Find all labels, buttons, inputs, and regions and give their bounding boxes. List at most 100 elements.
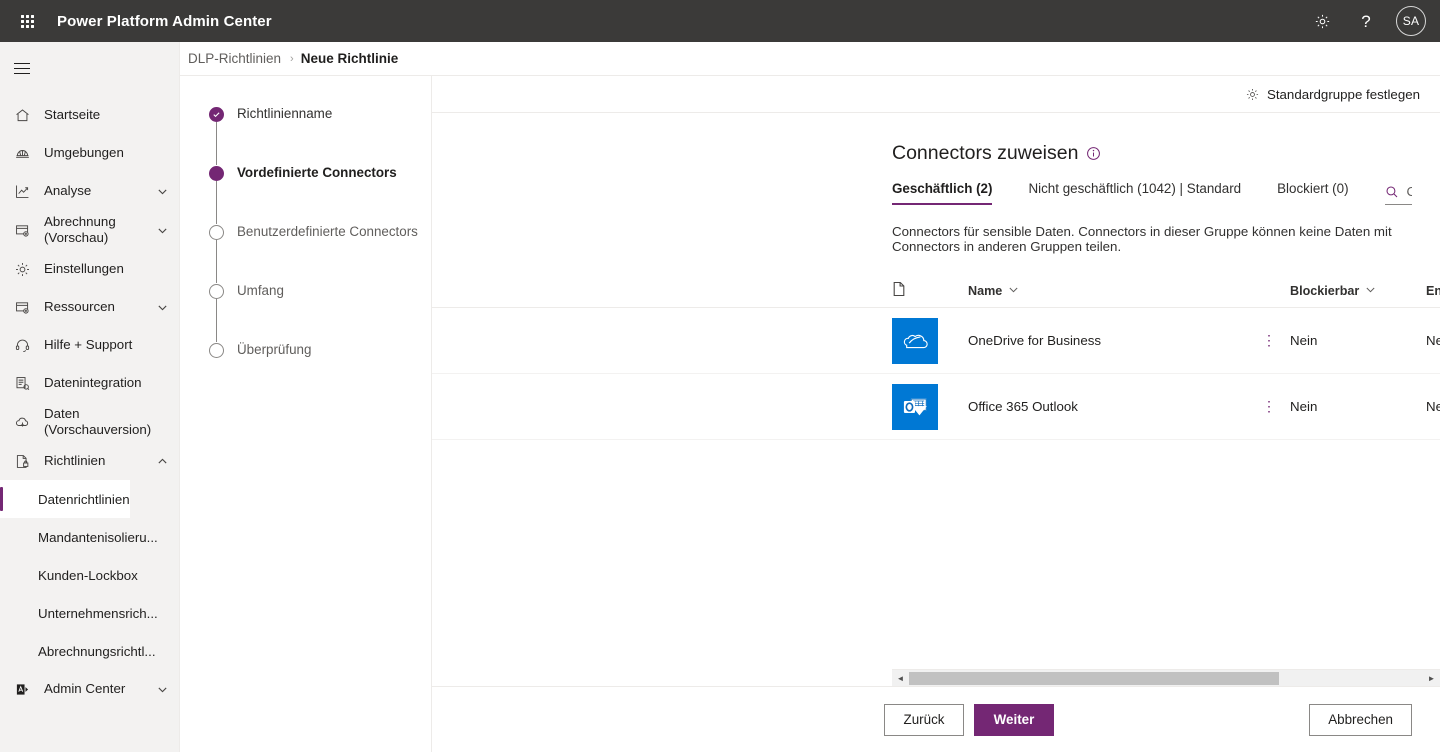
row-logo-cell [892, 383, 968, 430]
hamburger-icon[interactable] [0, 46, 44, 90]
page-title: Connectors zuweisen [892, 142, 1079, 164]
column-label: Name [968, 283, 1003, 298]
sidebar-item-daten-vorschau[interactable]: Daten (Vorschauversion) [0, 402, 179, 442]
suite-bar: Power Platform Admin Center ? SA [0, 0, 1440, 42]
sidebar-item-label: Datenintegration [44, 375, 142, 390]
sidebar-item-label: Richtlinien [44, 453, 106, 468]
sidebar-item-abrechnungsrichtlinien[interactable]: Abrechnungsrichtl... [0, 632, 179, 670]
right-region: DLP-Richtlinien › Neue Richtlinie Richtl… [180, 42, 1440, 752]
app-launcher-icon[interactable] [6, 0, 48, 42]
row-name-cell: OneDrive for Business ⋮ [968, 332, 1290, 349]
sidebar-item-ressourcen[interactable]: Ressourcen [0, 288, 179, 326]
table-header-row: Name Blockierbar En [432, 274, 1440, 308]
table-row[interactable]: OneDrive for Business ⋮ Nein Nein Standa… [432, 308, 1440, 374]
sidebar-item-unternehmensrichtlinien[interactable]: Unternehmensrich... [0, 594, 179, 632]
sidebar-item-umgebungen[interactable]: Umgebungen [0, 134, 179, 172]
search-icon [1385, 185, 1399, 199]
column-header-blockierbar[interactable]: Blockierbar [1290, 284, 1426, 298]
caret-right-icon[interactable]: ► [1423, 670, 1440, 687]
chevron-down-icon [1008, 284, 1019, 298]
chevron-down-icon[interactable] [155, 186, 169, 197]
next-button[interactable]: Weiter [974, 703, 1054, 736]
empty-circle-icon [208, 284, 224, 299]
left-navigation: Startseite Umgebungen Analyse Abrechnung… [0, 42, 180, 752]
sidebar-item-label: Hilfe + Support [44, 337, 133, 352]
set-default-group-button[interactable]: Standardgruppe festlegen [1239, 79, 1426, 109]
search-input[interactable] [1406, 184, 1412, 199]
content-area: Richtlinienname Vordefinierte Connectors… [180, 75, 1440, 752]
connector-name: OneDrive for Business [968, 333, 1102, 348]
page-title-row: Connectors zuweisen [432, 113, 1440, 165]
sidebar-item-label: Einstellungen [44, 261, 124, 276]
column-header-icon [892, 281, 968, 300]
sidebar-item-mandantenisolierung[interactable]: Mandantenisolieru... [0, 518, 179, 556]
data-cloud-icon [14, 412, 36, 432]
sidebar-item-abrechnung[interactable]: Abrechnung (Vorschau) [0, 210, 179, 250]
wizard-connector-line [215, 122, 217, 165]
connector-search[interactable] [1384, 184, 1412, 205]
sidebar-item-startseite[interactable]: Startseite [0, 96, 179, 134]
chevron-down-icon [1365, 284, 1376, 298]
tab-blockiert[interactable]: Blockiert (0) [1277, 181, 1348, 205]
wizard-connector-line [215, 240, 217, 283]
wizard-step-label: Überprüfung [237, 342, 312, 357]
help-icon[interactable]: ? [1346, 0, 1386, 42]
sidebar-item-label: Umgebungen [44, 145, 124, 160]
chevron-up-icon[interactable] [155, 456, 169, 467]
document-icon [892, 281, 906, 300]
breadcrumb-parent[interactable]: DLP-Richtlinien [186, 51, 283, 66]
cancel-button[interactable]: Abbrechen [1309, 703, 1412, 736]
row-endpunkt: Nein [1426, 399, 1440, 414]
step-marker-todo [204, 342, 228, 358]
sidebar-item-kunden-lockbox[interactable]: Kunden-Lockbox [0, 556, 179, 594]
sidebar-item-label: Admin Center [44, 681, 126, 696]
info-icon[interactable] [1086, 146, 1101, 161]
chevron-down-icon[interactable] [155, 302, 169, 313]
chevron-down-icon[interactable] [155, 225, 169, 236]
wizard-step-benutzerdefinierte-connectors[interactable]: Benutzerdefinierte Connectors [204, 224, 431, 240]
sidebar-item-datenintegration[interactable]: Datenintegration [0, 364, 179, 402]
outlook-icon [892, 383, 938, 430]
avatar[interactable]: SA [1396, 6, 1426, 36]
column-header-name[interactable]: Name [968, 284, 1290, 298]
policies-icon [14, 451, 36, 471]
suite-title: Power Platform Admin Center [57, 12, 272, 30]
wizard-step-ueberpruefung[interactable]: Überprüfung [204, 342, 431, 358]
sidebar-item-hilfe-support[interactable]: Hilfe + Support [0, 326, 179, 364]
sidebar-item-richtlinien[interactable]: Richtlinien [0, 442, 179, 480]
wizard-connector-line [215, 181, 217, 224]
table-row[interactable]: Office 365 Outlook ⋮ Nein Nein Standard … [432, 374, 1440, 440]
column-header-endpunkt[interactable]: Endpunkt konfigu... [1426, 284, 1440, 298]
chevron-down-icon[interactable] [155, 684, 169, 695]
gear-icon[interactable] [1302, 0, 1342, 42]
sidebar-item-einstellungen[interactable]: Einstellungen [0, 250, 179, 288]
back-button[interactable]: Zurück [884, 703, 964, 736]
billing-icon [14, 220, 36, 240]
more-vertical-icon[interactable]: ⋮ [1262, 332, 1290, 349]
sidebar-subitem-label: Unternehmensrich... [38, 605, 158, 621]
scrollbar-thumb[interactable] [909, 671, 1280, 685]
gear-icon [1245, 87, 1260, 102]
tab-label: Geschäftlich (2) [892, 181, 993, 196]
sidebar-item-datenrichtlinien[interactable]: Datenrichtlinien [0, 480, 130, 518]
resources-icon [14, 297, 36, 317]
tab-nicht-geschaeftlich[interactable]: Nicht geschäftlich (1042) | Standard [1028, 181, 1241, 205]
wizard-step-umfang[interactable]: Umfang [204, 283, 431, 299]
sidebar-item-admin-center[interactable]: Admin Center [0, 670, 179, 708]
footer-right: Abbrechen [1309, 703, 1412, 736]
caret-left-icon[interactable]: ◄ [892, 670, 909, 687]
scrollbar-track[interactable] [909, 670, 1423, 687]
wizard-step-richtlinienname[interactable]: Richtlinienname [204, 106, 431, 122]
row-logo-cell [892, 317, 968, 364]
more-vertical-icon[interactable]: ⋮ [1262, 398, 1290, 415]
sidebar-item-label: Daten (Vorschauversion) [44, 406, 152, 437]
sidebar-item-label: Ressourcen [44, 299, 115, 314]
filled-circle-icon [208, 166, 224, 181]
wizard-footer: Zurück Weiter Abbrechen [432, 686, 1440, 752]
sidebar-item-analyse[interactable]: Analyse [0, 172, 179, 210]
data-integration-icon [14, 373, 36, 393]
sidebar-item-label: Abrechnung (Vorschau) [44, 214, 116, 245]
wizard-step-vordefinierte-connectors[interactable]: Vordefinierte Connectors [204, 165, 431, 181]
tab-geschaeftlich[interactable]: Geschäftlich (2) [892, 181, 993, 205]
horizontal-scrollbar[interactable]: ◄ ► [892, 669, 1440, 686]
